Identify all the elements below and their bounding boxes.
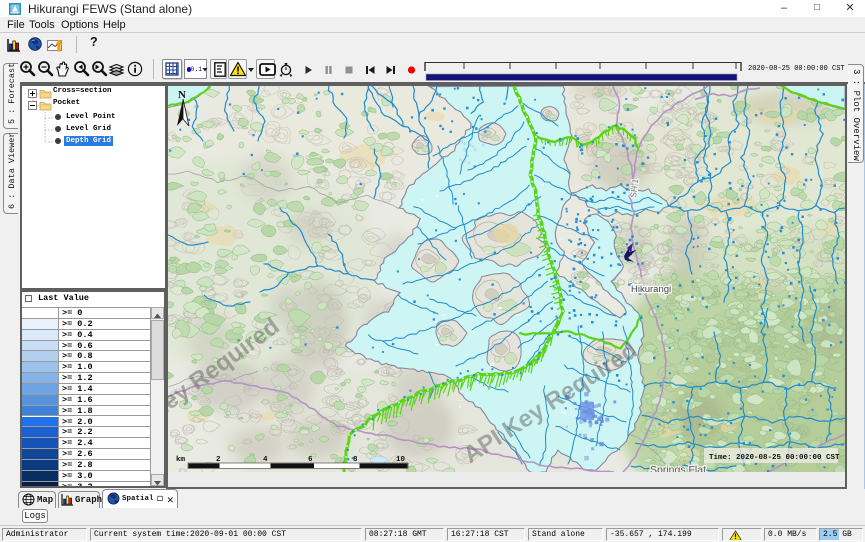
svg-text:4: 4 bbox=[263, 456, 268, 464]
svg-text:8: 8 bbox=[353, 456, 358, 464]
svg-text:10: 10 bbox=[396, 456, 406, 464]
svg-text:2: 2 bbox=[216, 456, 221, 464]
svg-text:N: N bbox=[178, 89, 186, 101]
svg-text:km: km bbox=[176, 456, 186, 464]
svg-text:Hikurangi: Hikurangi bbox=[631, 284, 671, 295]
svg-text:6: 6 bbox=[308, 456, 313, 464]
svg-text:Springs Flat: Springs Flat bbox=[650, 464, 706, 472]
svg-text:Time: 2020-08-25 00:00:00 CST: Time: 2020-08-25 00:00:00 CST bbox=[709, 454, 840, 462]
